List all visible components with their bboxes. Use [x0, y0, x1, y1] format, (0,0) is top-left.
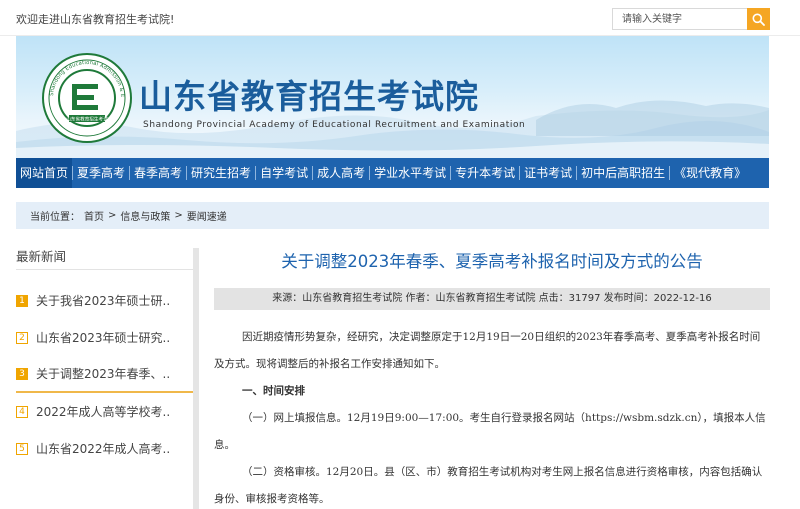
breadcrumb-separator: >	[174, 210, 183, 221]
article-section-heading: 一、时间安排	[242, 385, 305, 397]
nav-item-certificate-exam[interactable]: 证书考试	[520, 158, 576, 188]
emblem-logo: Shandong Educational Admission & Examina…	[41, 52, 132, 143]
news-list-item[interactable]: 4 2022年成人高等学校考..	[16, 393, 196, 430]
site-title: 山东省教育招生考试院	[139, 77, 479, 116]
news-list-item[interactable]: 1 关于我省2023年硕士研..	[16, 282, 196, 319]
sidebar-divider-bar	[193, 248, 199, 509]
site-subtitle: Shandong Provincial Academy of Education…	[143, 120, 526, 130]
news-link[interactable]: 山东省2023年硕士研究..	[36, 329, 170, 346]
nav-item-modern-education[interactable]: 《现代教育》	[670, 158, 750, 188]
breadcrumb: 当前位置： 首页 > 信息与政策 > 要闻速递	[16, 202, 769, 229]
article-paragraph: （二）资格审核。12月20日。县（区、市）教育招生考试机构对考生网上报名信息进行…	[214, 466, 763, 505]
top-bar: 欢迎走进山东省教育招生考试院!	[0, 0, 800, 36]
sidebar: 最新新闻 1 关于我省2023年硕士研.. 2 山东省2023年硕士研究.. 3…	[16, 244, 196, 467]
news-link[interactable]: 2022年成人高等学校考..	[36, 403, 170, 420]
article-body: 因近期疫情形势复杂，经研究，决定调整原定于12月19日一20日组织的2023年春…	[214, 324, 770, 509]
welcome-text: 欢迎走进山东省教育招生考试院!	[16, 13, 175, 26]
news-list-item[interactable]: 2 山东省2023年硕士研究..	[16, 319, 196, 356]
nav-item-graduate-exam[interactable]: 研究生招考	[187, 158, 255, 188]
news-link[interactable]: 关于我省2023年硕士研..	[36, 292, 170, 309]
search-button[interactable]	[747, 8, 770, 30]
news-list-item[interactable]: 5 山东省2022年成人高考..	[16, 430, 196, 467]
news-rank-badge: 5	[16, 442, 28, 455]
emblem-inner-text: 山东省教育招生考试	[66, 116, 108, 123]
nav-item-upgrade-exam[interactable]: 专升本考试	[451, 158, 519, 188]
banner: Shandong Educational Admission & Examina…	[16, 36, 769, 158]
article-meta: 来源：山东省教育招生考试院 作者：山东省教育招生考试院 点击：31797 发布时…	[214, 288, 770, 310]
news-link[interactable]: 山东省2022年成人高考..	[36, 440, 170, 457]
news-rank-badge: 2	[16, 331, 28, 344]
search-input[interactable]	[613, 9, 749, 29]
nav-item-home[interactable]: 网站首页	[16, 158, 73, 188]
nav-item-adult-exam[interactable]: 成人高考	[313, 158, 369, 188]
sidebar-title: 最新新闻	[16, 244, 196, 270]
nav-item-vocational-admission[interactable]: 初中后高职招生	[577, 158, 669, 188]
news-rank-badge: 4	[16, 405, 28, 418]
search-icon	[752, 13, 765, 26]
main-nav: 网站首页 夏季高考 春季高考 研究生招考 自学考试 成人高考 学业水平考试 专升…	[16, 158, 769, 188]
article: 关于调整2023年春季、夏季高考补报名时间及方式的公告 来源：山东省教育招生考试…	[214, 244, 770, 505]
breadcrumb-separator: >	[108, 210, 117, 221]
breadcrumb-info-policy[interactable]: 信息与政策	[120, 208, 170, 223]
nav-item-spring-exam[interactable]: 春季高考	[130, 158, 186, 188]
nav-item-summer-exam[interactable]: 夏季高考	[73, 158, 129, 188]
news-list-item-current[interactable]: 3 关于调整2023年春季、..	[16, 356, 196, 393]
article-paragraph: （一）网上填报信息。12月19日9:00—17:00。考生自行登录报名网站（ht…	[214, 412, 766, 451]
news-list: 1 关于我省2023年硕士研.. 2 山东省2023年硕士研究.. 3 关于调整…	[16, 282, 196, 467]
nav-item-proficiency-exam[interactable]: 学业水平考试	[370, 158, 450, 188]
news-rank-badge: 1	[16, 294, 28, 307]
news-rank-badge: 3	[16, 367, 28, 380]
breadcrumb-home[interactable]: 首页	[84, 208, 104, 223]
nav-item-self-study-exam[interactable]: 自学考试	[256, 158, 312, 188]
article-title: 关于调整2023年春季、夏季高考补报名时间及方式的公告	[281, 252, 703, 271]
breadcrumb-prefix: 当前位置：	[30, 212, 80, 223]
news-link[interactable]: 关于调整2023年春季、..	[36, 365, 170, 382]
article-paragraph: 因近期疫情形势复杂，经研究，决定调整原定于12月19日一20日组织的2023年春…	[214, 331, 761, 370]
search-box	[612, 8, 770, 30]
breadcrumb-news[interactable]: 要闻速递	[187, 208, 227, 223]
